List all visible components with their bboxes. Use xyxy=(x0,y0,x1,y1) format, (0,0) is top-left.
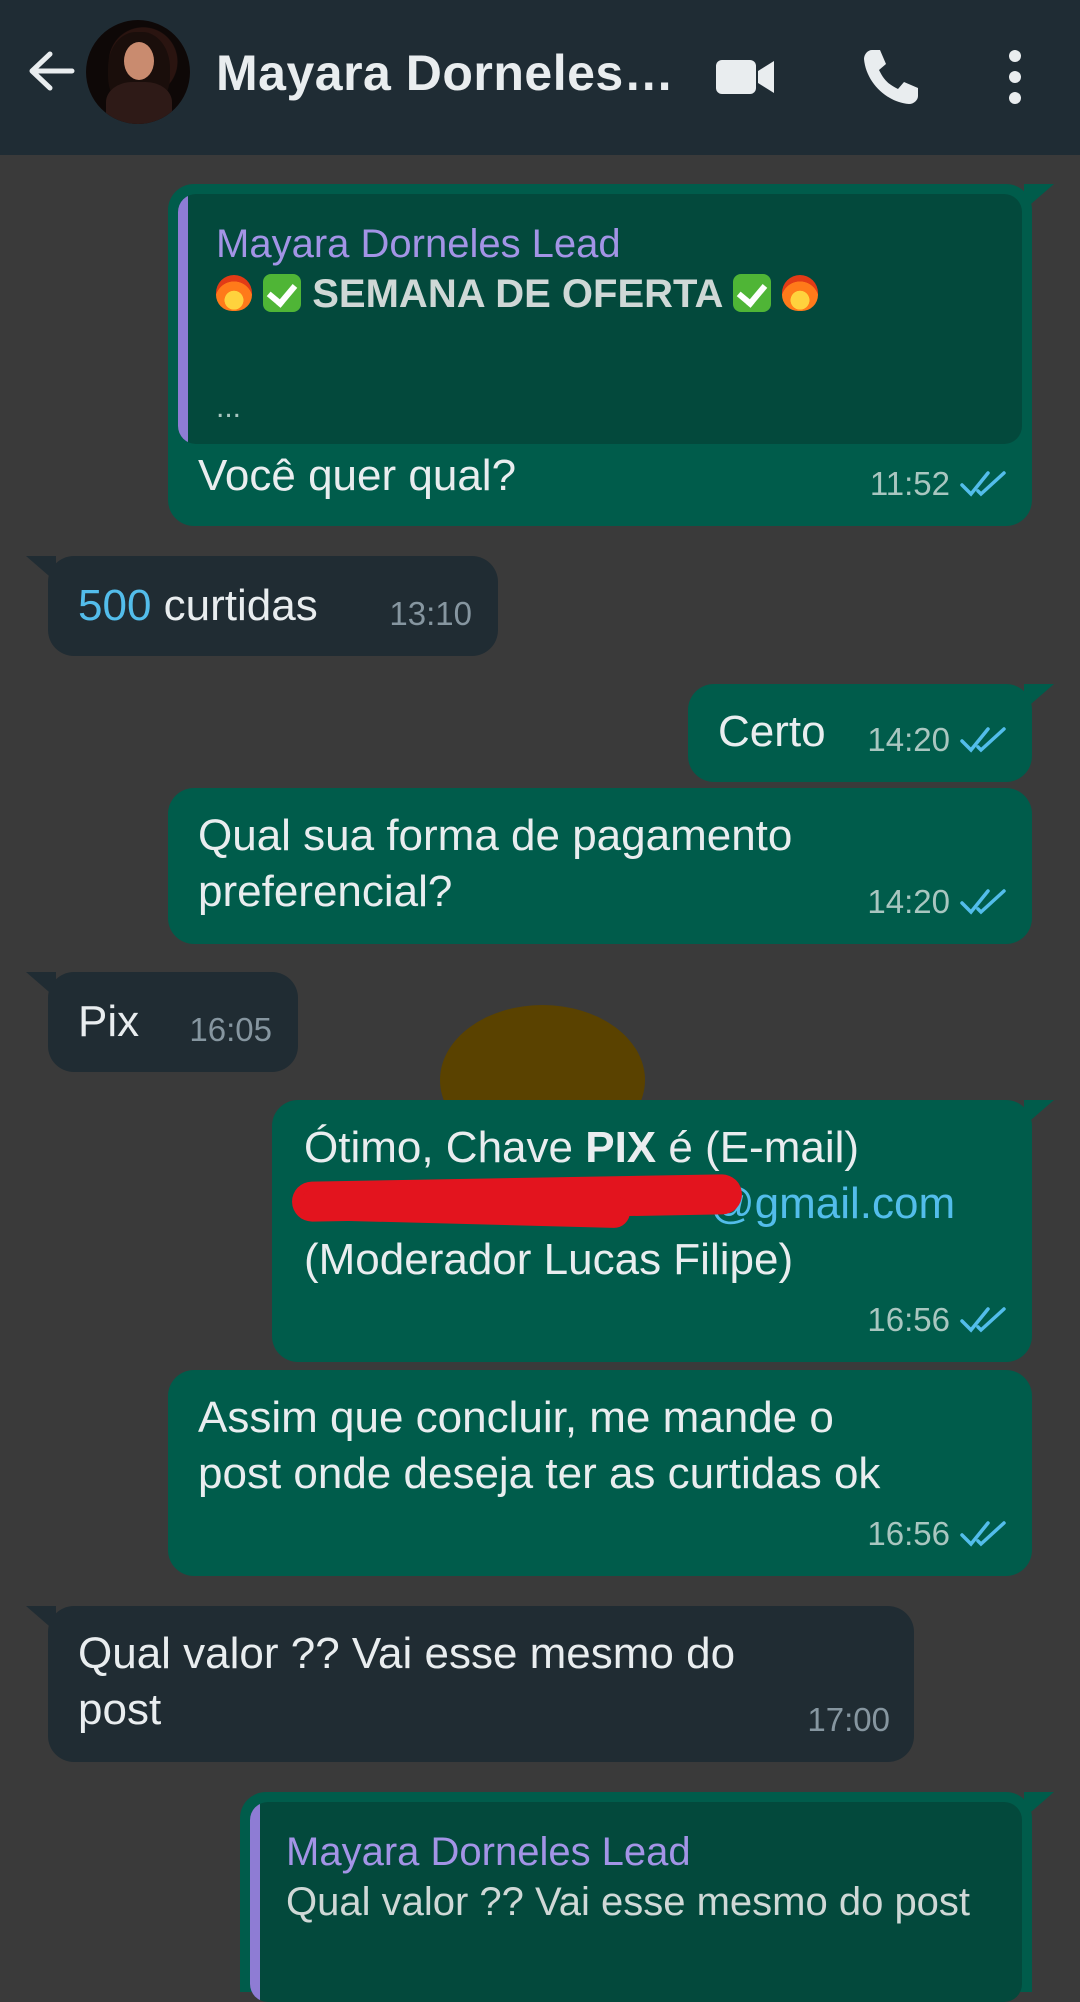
message-meta: 17:00 xyxy=(807,1692,890,1748)
message-bubble-incoming[interactable]: Pix 16:05 xyxy=(26,972,298,1072)
phone-call-icon[interactable] xyxy=(858,44,924,110)
message-bubble-outgoing[interactable]: Assim que concluir, me mande o post onde… xyxy=(168,1370,1032,1576)
back-arrow-icon[interactable] xyxy=(22,42,80,100)
quoted-message[interactable]: Mayara Dorneles Lead SEMANA DE OFERTA ..… xyxy=(178,194,1022,444)
read-ticks-icon xyxy=(960,889,1006,915)
message-time: 16:56 xyxy=(867,1301,950,1338)
message-text-line: (Moderador Lucas Filipe) xyxy=(304,1235,794,1284)
message-meta: 16:05 xyxy=(189,1002,272,1058)
message-bubble-outgoing[interactable]: Certo 14:20 xyxy=(688,684,1054,782)
message-meta: 14:20 xyxy=(867,712,1008,768)
message-bubble-incoming[interactable]: 500 curtidas 13:10 xyxy=(26,556,498,656)
quoted-text: SEMANA DE OFERTA xyxy=(216,266,819,322)
message-text-line: Qual sua forma de pagamento xyxy=(198,811,793,860)
quoted-text: Qual valor ?? Vai esse mesmo do post xyxy=(286,1880,971,1924)
message-time: 14:20 xyxy=(867,883,950,920)
read-ticks-icon xyxy=(960,727,1006,753)
message-text-line: preferencial? xyxy=(198,867,453,916)
contact-avatar[interactable] xyxy=(86,20,190,124)
contact-name[interactable]: Mayara Dorneles… xyxy=(216,44,676,102)
message-text-line: Qual valor ?? Vai esse mesmo do xyxy=(78,1629,736,1678)
message-text-line: post xyxy=(78,1685,162,1734)
message-time: 17:00 xyxy=(807,1701,890,1738)
quoted-author: Mayara Dorneles Lead xyxy=(286,1830,691,1874)
number-link[interactable]: 500 xyxy=(78,581,151,630)
quoted-message[interactable]: Mayara Dorneles Lead Qual valor ?? Vai e… xyxy=(250,1802,1022,2002)
message-bubble-outgoing[interactable]: Qual sua forma de pagamento preferencial… xyxy=(168,788,1032,944)
message-meta: 16:56 xyxy=(867,1292,1008,1348)
more-options-icon[interactable] xyxy=(982,44,1048,110)
check-emoji-icon xyxy=(263,274,302,312)
quoted-author: Mayara Dorneles Lead xyxy=(216,222,621,266)
chat-header: Mayara Dorneles… xyxy=(0,0,1080,155)
check-emoji-icon xyxy=(733,274,772,312)
read-ticks-icon xyxy=(960,1307,1006,1333)
message-text: Você quer qual? xyxy=(198,451,517,500)
fire-emoji-icon xyxy=(782,275,819,311)
message-text: 500 curtidas xyxy=(78,581,318,630)
fire-emoji-icon xyxy=(216,275,252,311)
message-time: 16:56 xyxy=(867,1515,950,1552)
message-bubble-outgoing[interactable]: Mayara Dorneles Lead SEMANA DE OFERTA ..… xyxy=(168,184,1054,526)
read-ticks-icon xyxy=(960,1521,1006,1547)
message-text: Pix xyxy=(78,997,140,1046)
message-time: 14:20 xyxy=(867,721,950,758)
message-time: 13:10 xyxy=(389,595,472,632)
quoted-ellipsis: ... xyxy=(216,391,242,424)
message-time: 16:05 xyxy=(189,1011,272,1048)
message-bubble-outgoing[interactable]: Mayara Dorneles Lead Qual valor ?? Vai e… xyxy=(240,1792,1054,2002)
message-bubble-outgoing[interactable]: Ótimo, Chave PIX é (E-mail) @gmail.com (… xyxy=(272,1100,1054,1362)
message-text: Certo xyxy=(718,707,826,756)
message-meta: 13:10 xyxy=(389,586,472,642)
message-text-line: Assim que concluir, me mande o xyxy=(198,1393,834,1442)
message-meta: 16:56 xyxy=(867,1506,1008,1562)
message-meta: 11:52 xyxy=(870,456,1008,512)
video-call-icon[interactable] xyxy=(712,44,778,110)
message-time: 11:52 xyxy=(869,465,950,502)
read-ticks-icon xyxy=(960,471,1006,497)
email-link[interactable]: @gmail.com xyxy=(710,1176,955,1232)
message-bubble-incoming[interactable]: Qual valor ?? Vai esse mesmo do post 17:… xyxy=(26,1606,914,1762)
message-text-line: Ótimo, Chave PIX é (E-mail) xyxy=(304,1123,860,1172)
message-meta: 14:20 xyxy=(867,874,1008,930)
message-text-line: post onde deseja ter as curtidas ok xyxy=(198,1449,881,1498)
